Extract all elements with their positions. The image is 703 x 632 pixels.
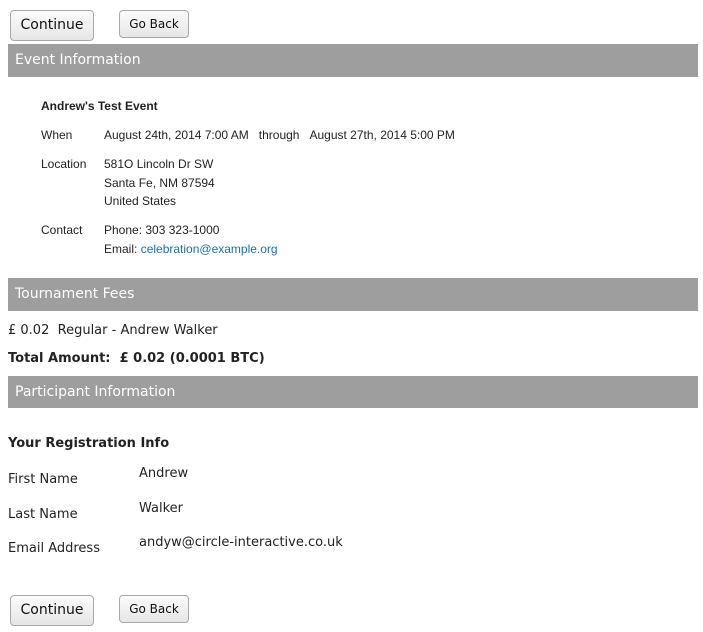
- email-address-label: Email Address: [8, 541, 100, 556]
- first-name-label: First Name: [8, 472, 78, 487]
- go-back-button-bottom[interactable]: Go Back: [119, 595, 189, 623]
- last-name-label: Last Name: [8, 507, 78, 522]
- event-dates: August 24th, 2014 7:00 AM through August 2…: [104, 128, 455, 142]
- last-name-value: Walker: [139, 501, 184, 516]
- first-name-value: Andrew: [139, 466, 189, 481]
- event-start: August 24th, 2014 7:00 AM: [104, 128, 249, 142]
- location-label: Location: [41, 157, 87, 171]
- contact-phone: Phone: 303 323-1000: [104, 223, 220, 237]
- total-label: Total Amount:: [8, 351, 111, 366]
- participant-information-header: Participant Information: [8, 376, 698, 408]
- fee-description: Regular - Andrew Walker: [57, 323, 218, 338]
- fee-amount: £ 0.02: [8, 323, 50, 338]
- address-line2: Santa Fe, NM 87594: [104, 176, 215, 190]
- contact-label: Contact: [41, 223, 83, 237]
- registration-info-heading: Your Registration Info: [8, 436, 170, 451]
- continue-button-top[interactable]: Continue: [10, 10, 94, 41]
- tournament-fees-header: Tournament Fees: [8, 278, 698, 311]
- total-value: £ 0.02 (0.0001 BTC): [119, 351, 265, 366]
- event-information-header: Event Information: [8, 44, 698, 77]
- event-name: Andrew's Test Event: [41, 99, 158, 113]
- event-end: August 27th, 2014 5:00 PM: [309, 128, 455, 142]
- when-label: When: [41, 128, 73, 142]
- email-address-value: andyw@circle-interactive.co.uk: [139, 535, 343, 550]
- address-line1: 581O Lincoln Dr SW: [104, 157, 214, 171]
- continue-button-bottom[interactable]: Continue: [10, 595, 94, 626]
- event-through: through: [258, 128, 300, 142]
- total-amount: Total Amount: £ 0.02 (0.0001 BTC): [8, 351, 265, 366]
- contact-email-link[interactable]: celebration@example.org: [141, 242, 278, 256]
- contact-email-prefix: Email:: [104, 242, 138, 256]
- fee-line: £ 0.02 Regular - Andrew Walker: [8, 323, 218, 338]
- contact-email: Email: celebration@example.org: [104, 242, 278, 256]
- address-line3: United States: [104, 194, 177, 208]
- go-back-button-top[interactable]: Go Back: [119, 10, 189, 38]
